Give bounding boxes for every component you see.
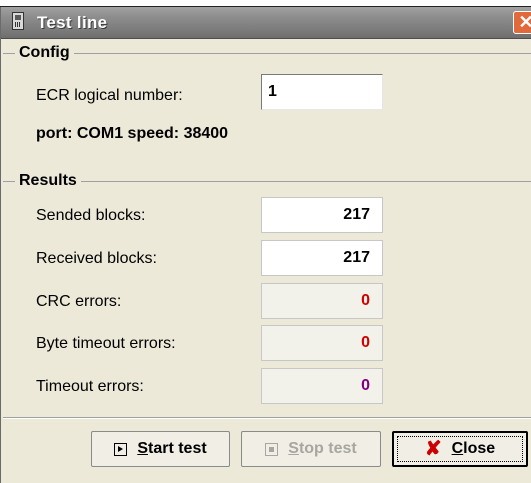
results-group: Results [3, 172, 531, 191]
focus-rect [397, 436, 523, 462]
sended-blocks-value: 217 [261, 197, 383, 233]
stop-icon [265, 442, 279, 456]
start-test-label: Start test [137, 440, 206, 458]
received-blocks-label: Received blocks: [36, 250, 157, 267]
play-icon [114, 442, 128, 456]
ecr-logical-number-label: ECR logical number: [36, 87, 183, 104]
start-test-label-rest: tart test [147, 440, 207, 457]
start-test-button[interactable]: Start test [91, 431, 230, 467]
timeout-errors-value: 0 [261, 368, 383, 404]
start-test-mnemonic: S [137, 440, 148, 457]
calculator-icon [12, 12, 24, 30]
test-line-window: Test line ✕ Config ECR logical number: 1… [0, 7, 531, 483]
timeout-errors-label: Timeout errors: [36, 378, 144, 395]
sended-blocks-label: Sended blocks: [36, 207, 146, 224]
config-group-title: Config [15, 44, 74, 62]
stop-test-label: Stop test [288, 440, 356, 458]
title-bar[interactable]: Test line ✕ [1, 7, 531, 39]
crc-errors-label: CRC errors: [36, 293, 122, 310]
port-speed-info: port: COM1 speed: 38400 [36, 125, 229, 142]
top-edge [0, 0, 531, 7]
stop-test-label-rest: top test [298, 440, 357, 457]
byte-timeout-errors-label: Byte timeout errors: [36, 335, 176, 352]
results-group-title: Results [15, 172, 81, 190]
byte-timeout-errors-value: 0 [261, 325, 383, 361]
stop-test-mnemonic: S [288, 440, 299, 457]
close-window-button[interactable]: ✕ [513, 11, 531, 34]
close-button[interactable]: ✘ Close [392, 431, 528, 467]
button-area-divider [3, 417, 531, 419]
ecr-logical-number-input[interactable]: 1 [261, 74, 383, 110]
received-blocks-value: 217 [261, 240, 383, 276]
crc-errors-value: 0 [261, 283, 383, 319]
window-title: Test line [37, 13, 108, 32]
stop-test-button[interactable]: Stop test [241, 431, 381, 467]
